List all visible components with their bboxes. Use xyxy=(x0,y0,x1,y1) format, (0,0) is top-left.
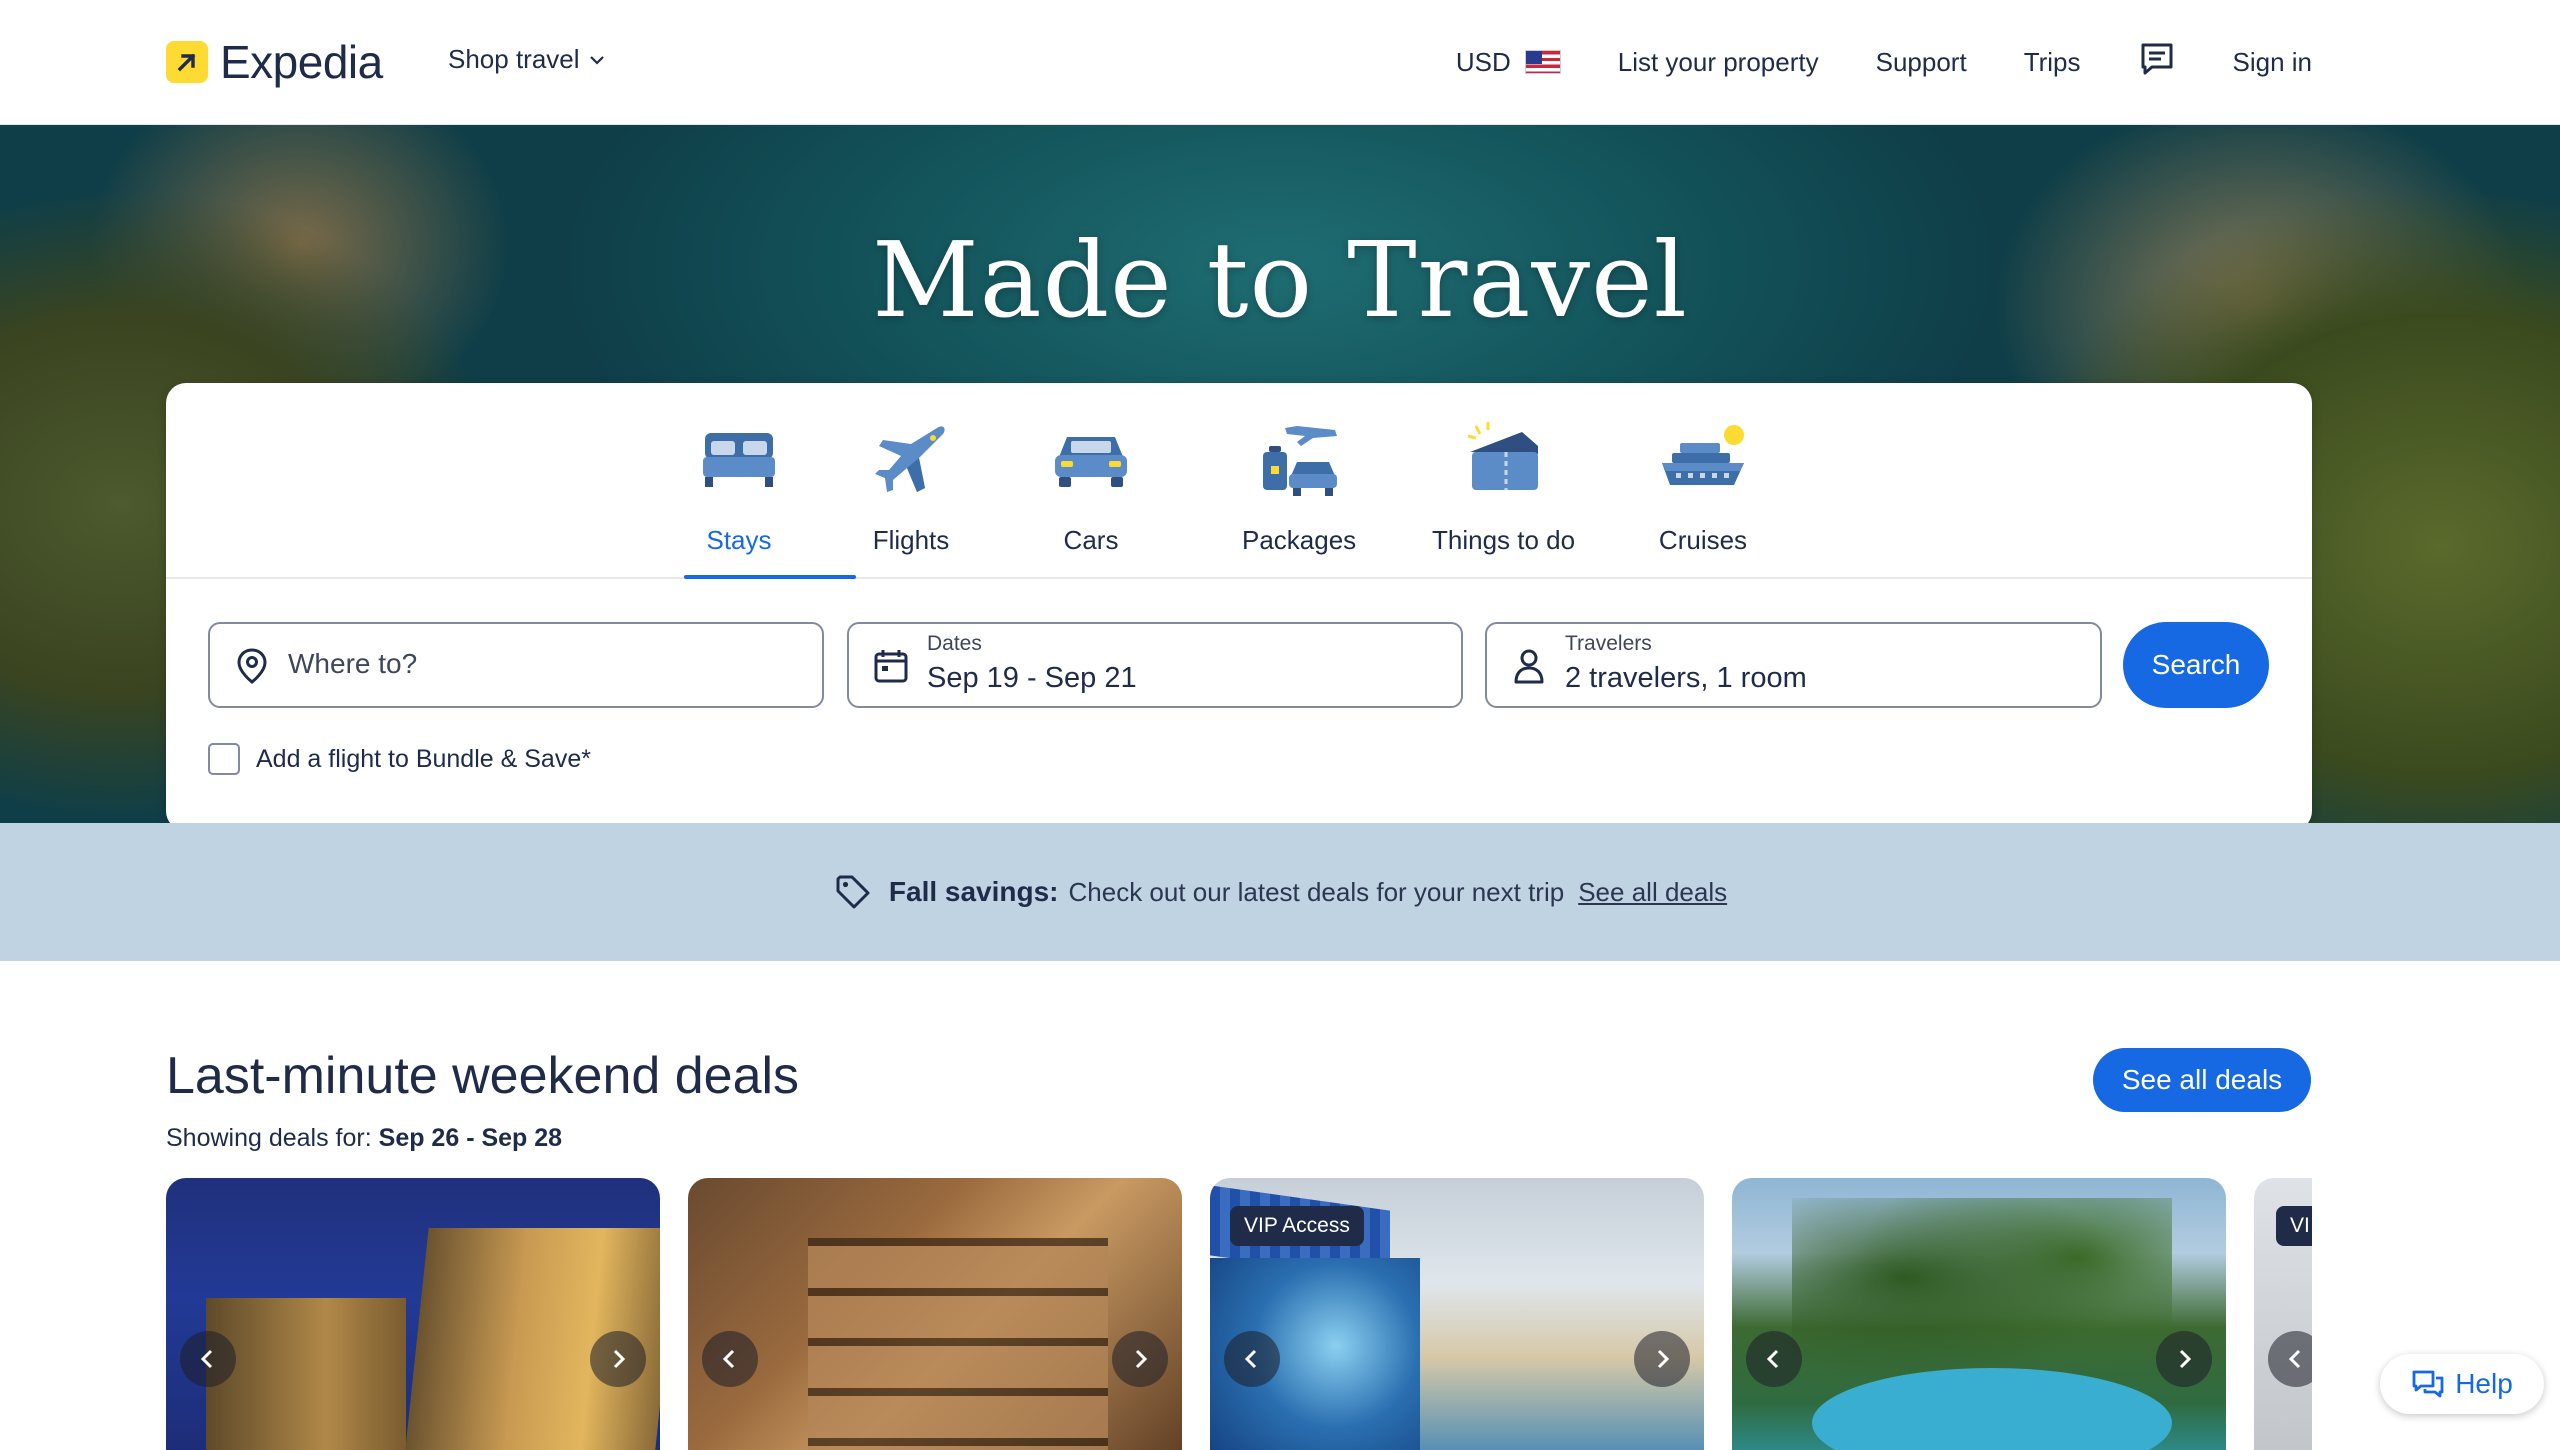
airplane-icon xyxy=(866,413,956,503)
tab-stays[interactable]: Stays xyxy=(694,413,784,577)
chevron-right-icon xyxy=(2179,1349,2192,1369)
shop-travel-menu[interactable]: Shop travel xyxy=(448,44,606,75)
tab-things-to-do[interactable]: Things to do xyxy=(1432,413,1575,577)
hotel-photo xyxy=(808,1238,1108,1450)
deals-carousel: VIP Access VI xyxy=(166,1178,2312,1450)
packages-icon xyxy=(1254,413,1344,503)
chevron-left-icon xyxy=(1766,1349,1779,1369)
messages-icon[interactable] xyxy=(2138,40,2176,85)
deals-section-title: Last-minute weekend deals xyxy=(166,1047,800,1105)
chevron-left-icon xyxy=(1244,1349,1257,1369)
vip-access-badge: VI xyxy=(2276,1206,2312,1246)
hero-title: Made to Travel xyxy=(872,219,1688,341)
deal-card[interactable] xyxy=(688,1178,1182,1450)
support-link[interactable]: Support xyxy=(1876,47,1967,78)
list-your-property-link[interactable]: List your property xyxy=(1618,47,1819,78)
location-pin-icon xyxy=(232,646,272,686)
tab-label: Packages xyxy=(1242,525,1357,555)
chevron-right-icon xyxy=(1657,1349,1670,1369)
fall-savings-banner: Fall savings: Check out our latest deals… xyxy=(0,823,2560,961)
us-flag-icon xyxy=(1524,50,1561,74)
ticket-icon xyxy=(1459,413,1549,503)
car-icon xyxy=(1046,413,1136,503)
destination-placeholder: Where to? xyxy=(288,648,418,679)
bundle-checkbox[interactable] xyxy=(208,743,240,775)
deals-date-range: Showing deals for: Sep 26 - Sep 28 xyxy=(166,1124,562,1153)
currency-selector[interactable]: USD xyxy=(1456,47,1561,78)
chat-bubbles-icon xyxy=(2412,1370,2444,1398)
showing-deals-dates: Sep 26 - Sep 28 xyxy=(378,1124,563,1152)
see-all-deals-button[interactable]: See all deals xyxy=(2093,1048,2311,1112)
tab-cars[interactable]: Cars xyxy=(1046,413,1136,577)
deal-card[interactable]: VI xyxy=(2254,1178,2312,1450)
tab-label: Stays xyxy=(706,525,772,555)
travelers-value: 2 travelers, 1 room xyxy=(1565,662,1807,694)
showing-deals-label: Showing deals for: xyxy=(166,1124,372,1152)
chevron-left-icon xyxy=(2288,1349,2301,1369)
expedia-logo[interactable]: Expedia xyxy=(166,36,383,88)
bundle-label: Add a flight to Bundle & Save* xyxy=(256,744,591,773)
trips-link[interactable]: Trips xyxy=(2024,47,2081,78)
chevron-left-icon xyxy=(200,1349,213,1369)
chevron-right-icon xyxy=(613,1349,626,1369)
chevron-left-icon xyxy=(722,1349,735,1369)
top-navigation-bar: Expedia Shop travel USD List your proper… xyxy=(0,0,2560,125)
calendar-icon xyxy=(871,646,911,686)
deal-card[interactable] xyxy=(166,1178,660,1450)
chevron-down-icon xyxy=(589,55,604,65)
tab-label: Cars xyxy=(1063,525,1119,555)
logo-text: Expedia xyxy=(220,36,383,88)
search-tabs: Stays Flights Cars Packages Things to do xyxy=(166,383,2312,579)
previous-photo-button[interactable] xyxy=(1224,1331,1280,1387)
chevron-right-icon xyxy=(1135,1349,1148,1369)
search-button[interactable]: Search xyxy=(2123,622,2269,708)
dates-value: Sep 19 - Sep 21 xyxy=(927,662,1137,694)
next-photo-button[interactable] xyxy=(590,1331,646,1387)
expedia-arrow-icon xyxy=(166,41,208,83)
active-tab-indicator xyxy=(684,575,856,579)
dates-label: Dates xyxy=(927,632,982,655)
deal-card[interactable]: VIP Access xyxy=(1210,1178,1704,1450)
bed-icon xyxy=(694,413,784,503)
deal-card[interactable] xyxy=(1732,1178,2226,1450)
help-label: Help xyxy=(2455,1368,2513,1399)
cruise-ship-icon xyxy=(1658,413,1748,503)
tab-cruises[interactable]: Cruises xyxy=(1658,413,1748,577)
previous-photo-button[interactable] xyxy=(180,1331,236,1387)
next-photo-button[interactable] xyxy=(2156,1331,2212,1387)
previous-photo-button[interactable] xyxy=(2268,1331,2312,1387)
header-right-nav: USD List your property Support Trips Sig… xyxy=(1456,38,2312,86)
travelers-label: Travelers xyxy=(1565,632,1652,655)
promo-title: Fall savings: xyxy=(888,876,1059,907)
destination-field[interactable]: Where to? xyxy=(208,622,824,708)
next-photo-button[interactable] xyxy=(1112,1331,1168,1387)
see-all-deals-link[interactable]: See all deals xyxy=(1578,877,1727,908)
sign-in-link[interactable]: Sign in xyxy=(2233,47,2313,78)
tab-label: Things to do xyxy=(1432,525,1576,555)
currency-label: USD xyxy=(1455,46,1511,77)
next-photo-button[interactable] xyxy=(1634,1331,1690,1387)
travelers-field[interactable]: Travelers 2 travelers, 1 room xyxy=(1485,622,2102,708)
person-icon xyxy=(1509,646,1549,686)
price-tag-icon xyxy=(833,872,873,912)
tab-flights[interactable]: Flights xyxy=(866,413,956,577)
search-form-card: Stays Flights Cars Packages Things to do xyxy=(166,383,2312,831)
help-button[interactable]: Help xyxy=(2380,1354,2544,1414)
previous-photo-button[interactable] xyxy=(702,1331,758,1387)
tab-label: Flights xyxy=(872,525,950,555)
dates-field[interactable]: Dates Sep 19 - Sep 21 xyxy=(847,622,1463,708)
vip-access-badge: VIP Access xyxy=(1230,1206,1364,1246)
shop-travel-label: Shop travel xyxy=(448,44,580,74)
hotel-photo xyxy=(206,1298,406,1450)
tab-label: Cruises xyxy=(1658,525,1748,555)
previous-photo-button[interactable] xyxy=(1746,1331,1802,1387)
tab-packages[interactable]: Packages xyxy=(1242,413,1356,577)
promo-text: Check out our latest deals for your next… xyxy=(1068,876,1565,907)
bundle-flight-option[interactable]: Add a flight to Bundle & Save* xyxy=(208,743,591,775)
